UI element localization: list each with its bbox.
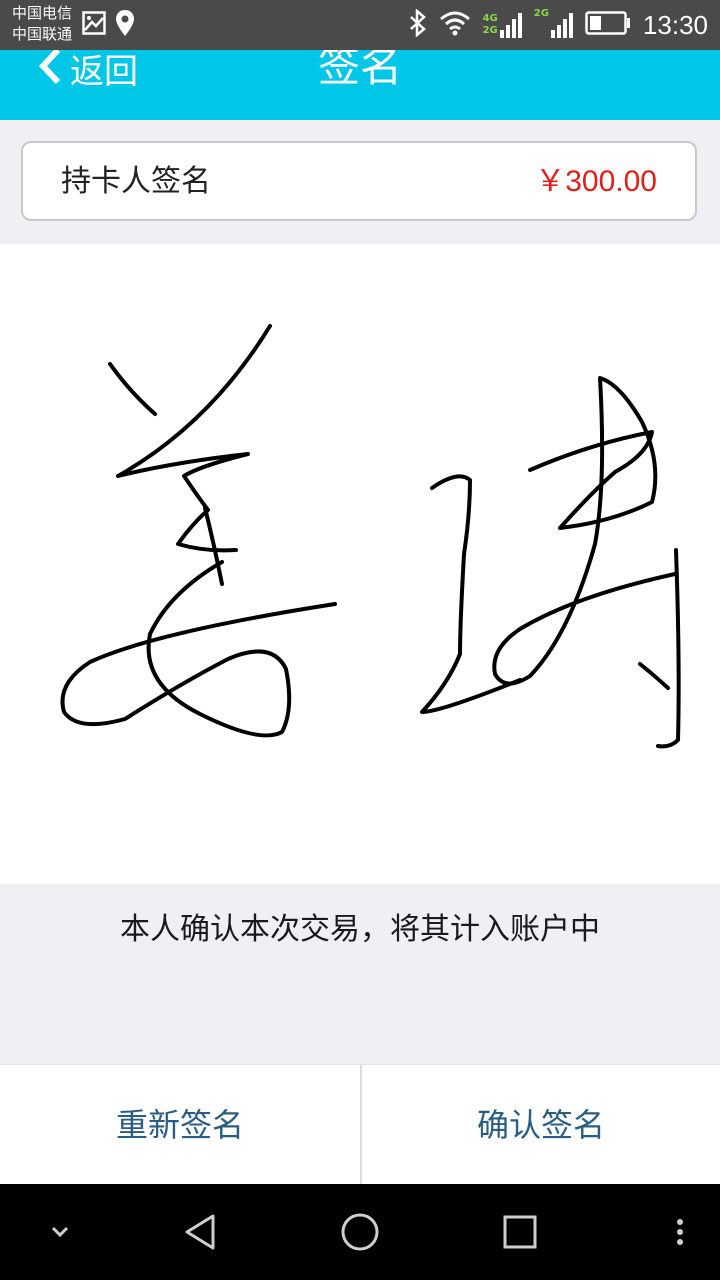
action-button-row: 重新签名 确认签名 xyxy=(0,1064,720,1185)
cardholder-signature-header: 持卡人签名 ￥300.00 xyxy=(21,141,697,221)
signature-drawing xyxy=(60,324,681,749)
status-bar: 中国电信 中国联通 4G 2G 2G 13:30 xyxy=(0,0,720,50)
confirmation-statement: 本人确认本次交易，将其计入账户中 xyxy=(120,912,600,947)
battery-icon xyxy=(585,11,631,39)
signature-stroke xyxy=(638,662,670,690)
transaction-amount: ￥300.00 xyxy=(535,165,657,198)
signature-stroke xyxy=(108,362,157,416)
signature-stroke xyxy=(492,376,677,686)
resign-button[interactable]: 重新签名 xyxy=(0,1065,360,1185)
app-bar: 返回 签名 xyxy=(0,50,720,120)
signature-stroke xyxy=(420,474,522,714)
carrier-secondary: 中国联通 xyxy=(12,25,73,43)
signature-pad[interactable] xyxy=(0,244,720,884)
signature-stroke xyxy=(60,560,337,738)
more-vert-icon[interactable] xyxy=(660,1184,700,1280)
navigation-bar xyxy=(0,1184,720,1280)
confirm-signature-button[interactable]: 确认签名 xyxy=(361,1065,720,1185)
cardholder-signature-label: 持卡人签名 xyxy=(61,164,211,199)
recents-square-icon[interactable] xyxy=(490,1184,550,1280)
carrier-info: 中国电信 中国联通 xyxy=(12,3,72,45)
wifi-icon xyxy=(439,10,471,40)
page-title: 签名 xyxy=(317,50,402,91)
signal-4g-icon: 4G 2G xyxy=(483,12,522,38)
signal-2g-icon: 2G xyxy=(534,8,573,38)
status-time: 13:30 xyxy=(642,9,708,40)
bluetooth-icon xyxy=(409,8,427,41)
back-triangle-icon[interactable] xyxy=(170,1184,230,1280)
signature-stroke xyxy=(116,324,272,553)
carrier-primary: 中国电信 xyxy=(12,4,73,22)
home-circle-icon[interactable] xyxy=(330,1184,390,1280)
chevron-down-icon[interactable] xyxy=(30,1184,90,1280)
image-icon xyxy=(82,11,106,39)
signature-stroke xyxy=(656,548,681,749)
location-pin-icon xyxy=(116,10,134,40)
